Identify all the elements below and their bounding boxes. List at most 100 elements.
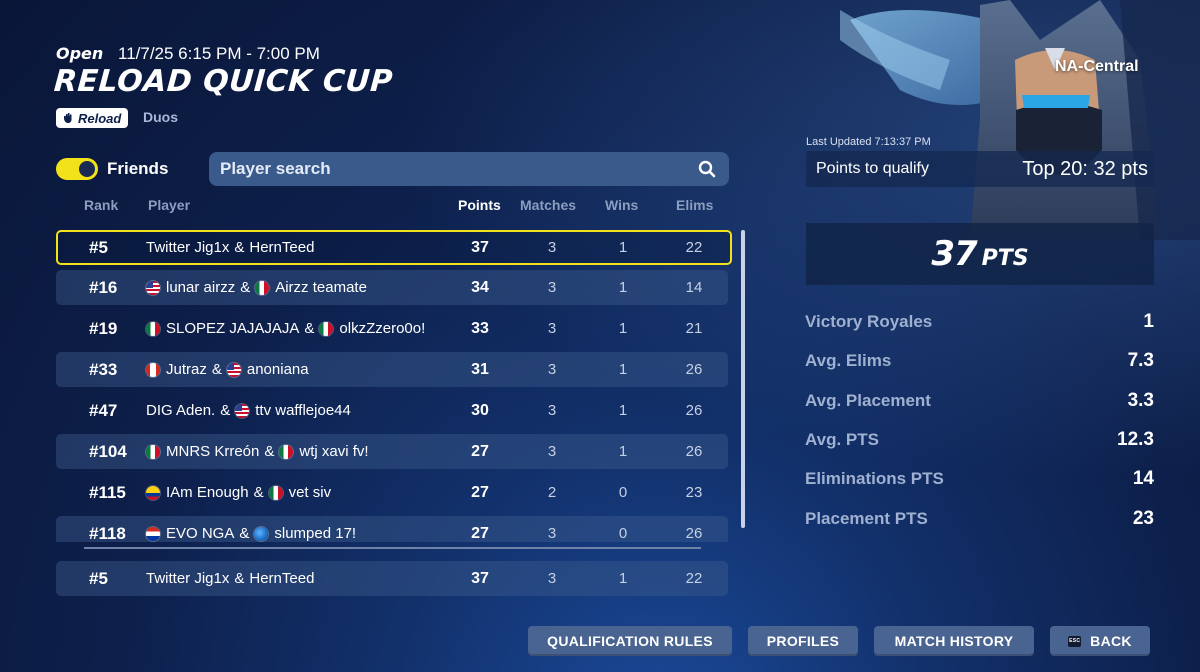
event-time: 11/7/25 6:15 PM - 7:00 PM — [118, 44, 320, 63]
player-separator: & — [304, 320, 315, 337]
paraguay-flag-icon — [146, 526, 160, 541]
total-points-box: 37 PTS — [806, 223, 1154, 285]
player-search-input[interactable] — [209, 152, 690, 186]
column-header-elims[interactable]: Elims — [676, 197, 713, 213]
column-header-matches[interactable]: Matches — [520, 197, 576, 213]
row-elims: 26 — [685, 443, 703, 460]
mexico-flag-icon — [319, 321, 334, 336]
friends-toggle[interactable] — [56, 158, 98, 180]
list-divider — [84, 547, 701, 549]
total-points: 37 PTS — [806, 223, 1154, 285]
reload-hand-icon — [62, 112, 74, 124]
player-1-name: Twitter Jig1x — [146, 570, 230, 587]
row-matches: 3 — [547, 320, 557, 337]
player-2-name: anoniana — [246, 361, 309, 378]
row-rank: #47 — [89, 401, 118, 420]
row-elims: 26 — [685, 525, 703, 542]
stat-label: Eliminations PTS — [805, 469, 944, 488]
leaderboard-row[interactable]: #47 DIG Aden. & ttv wafflejoe44 30 3 1 2… — [56, 393, 728, 428]
scrollbar-thumb[interactable] — [741, 230, 745, 528]
row-matches: 2 — [547, 484, 557, 501]
row-rank: #19 — [89, 319, 118, 338]
player-2-name: olkzZzero0o! — [339, 320, 426, 337]
total-points-unit: PTS — [981, 246, 1029, 271]
row-matches: 3 — [547, 525, 557, 542]
player-separator: & — [264, 443, 275, 460]
leaderboard-row[interactable]: #115 IAm Enough & vet siv 27 2 0 23 — [56, 475, 728, 510]
toggle-knob — [79, 161, 95, 177]
column-header-points[interactable]: Points — [458, 197, 501, 213]
row-elims: 21 — [685, 320, 703, 337]
search-icon[interactable] — [698, 160, 716, 178]
row-elims: 14 — [685, 279, 703, 296]
row-rank: #16 — [89, 278, 118, 297]
back-label: BACK — [1090, 633, 1132, 649]
row-wins: 0 — [618, 484, 628, 501]
row-points: 34 — [471, 279, 489, 296]
leaderboard-row-pinned[interactable]: #5 Twitter Jig1x & HernTeed 37 3 1 22 — [56, 561, 728, 596]
friends-label: Friends — [107, 159, 169, 178]
player-separator: & — [239, 525, 250, 542]
player-1-name: SLOPEZ JAJAJAJA — [166, 320, 300, 337]
total-points-value: 37 — [931, 234, 977, 274]
mexico-flag-icon — [255, 280, 270, 295]
row-points: 27 — [471, 443, 489, 460]
row-rank: #33 — [89, 360, 118, 379]
row-points: 27 — [471, 484, 489, 501]
event-title: RELOAD QUICK CUP — [52, 64, 395, 99]
player-2-name: HernTeed — [249, 570, 315, 587]
us-flag-icon — [235, 403, 250, 418]
row-players: IAm Enough & vet siv — [146, 475, 331, 510]
leaderboard-row[interactable]: #33 Jutraz & anoniana 31 3 1 26 — [56, 352, 728, 387]
mode-badge: Reload — [56, 108, 129, 128]
player-1-name: DIG Aden. — [146, 402, 216, 419]
player-2-name: HernTeed — [249, 239, 315, 256]
row-players: SLOPEZ JAJAJAJA & olkzZzero0o! — [146, 311, 425, 346]
player-1-name: EVO NGA — [166, 525, 235, 542]
row-elims: 22 — [685, 570, 703, 587]
row-points: 37 — [471, 239, 489, 256]
stat-value: 3.3 — [1127, 390, 1154, 411]
row-matches: 3 — [547, 279, 557, 296]
qualify-threshold: Points to qualify Top 20: 32 pts — [806, 151, 1154, 187]
row-wins: 1 — [618, 443, 628, 460]
row-rank: #5 — [89, 238, 108, 257]
row-wins: 0 — [618, 525, 628, 542]
row-players: Twitter Jig1x & HernTeed — [146, 232, 314, 263]
player-1-name: IAm Enough — [166, 484, 249, 501]
leaderboard-row[interactable]: #16 lunar airzz & Airzz teamate 34 3 1 1… — [56, 270, 728, 305]
globe-flag-icon — [254, 526, 269, 541]
row-rank: #118 — [89, 524, 126, 542]
stat-value: 1 — [1143, 311, 1154, 332]
leaderboard-row[interactable]: #118 EVO NGA & slumped 17! 27 3 0 26 — [56, 516, 728, 542]
row-rank: #5 — [89, 569, 108, 588]
mode-label: Reload — [78, 110, 122, 126]
team-type: Duos — [143, 109, 178, 125]
leaderboard-list: #5 Twitter Jig1x & HernTeed 37 3 1 22 #1… — [56, 228, 732, 542]
row-players: lunar airzz & Airzz teamate — [146, 270, 367, 305]
row-matches: 3 — [547, 361, 557, 378]
leaderboard-row-selected[interactable]: #5 Twitter Jig1x & HernTeed 37 3 1 22 — [56, 230, 732, 265]
back-button[interactable]: ESC BACK — [1050, 626, 1150, 656]
player-1-name: Jutraz — [166, 361, 207, 378]
column-header-wins[interactable]: Wins — [605, 197, 638, 213]
column-header-rank: Rank — [84, 197, 119, 213]
stat-label: Placement PTS — [805, 509, 928, 528]
row-wins: 1 — [618, 320, 628, 337]
row-elims: 23 — [685, 484, 703, 501]
player-2-name: wtj xavi fv! — [299, 443, 369, 460]
player-search-box — [209, 152, 729, 186]
qualification-rules-button[interactable]: QUALIFICATION RULES — [528, 626, 732, 656]
row-wins: 1 — [618, 279, 628, 296]
profiles-button[interactable]: PROFILES — [748, 626, 858, 656]
match-history-button[interactable]: MATCH HISTORY — [874, 626, 1034, 656]
row-points: 27 — [471, 525, 489, 542]
leaderboard-row[interactable]: #19 SLOPEZ JAJAJAJA & olkzZzero0o! 33 3 … — [56, 311, 728, 346]
leaderboard-row[interactable]: #104 MNRS Krreón & wtj xavi fv! 27 3 1 2… — [56, 434, 728, 469]
row-matches: 3 — [547, 443, 557, 460]
row-players: MNRS Krreón & wtj xavi fv! — [146, 434, 369, 469]
stat-value: 14 — [1132, 468, 1154, 489]
mexico-flag-icon — [146, 444, 160, 459]
player-1-name: lunar airzz — [166, 279, 236, 296]
player-2-name: Airzz teamate — [275, 279, 367, 296]
